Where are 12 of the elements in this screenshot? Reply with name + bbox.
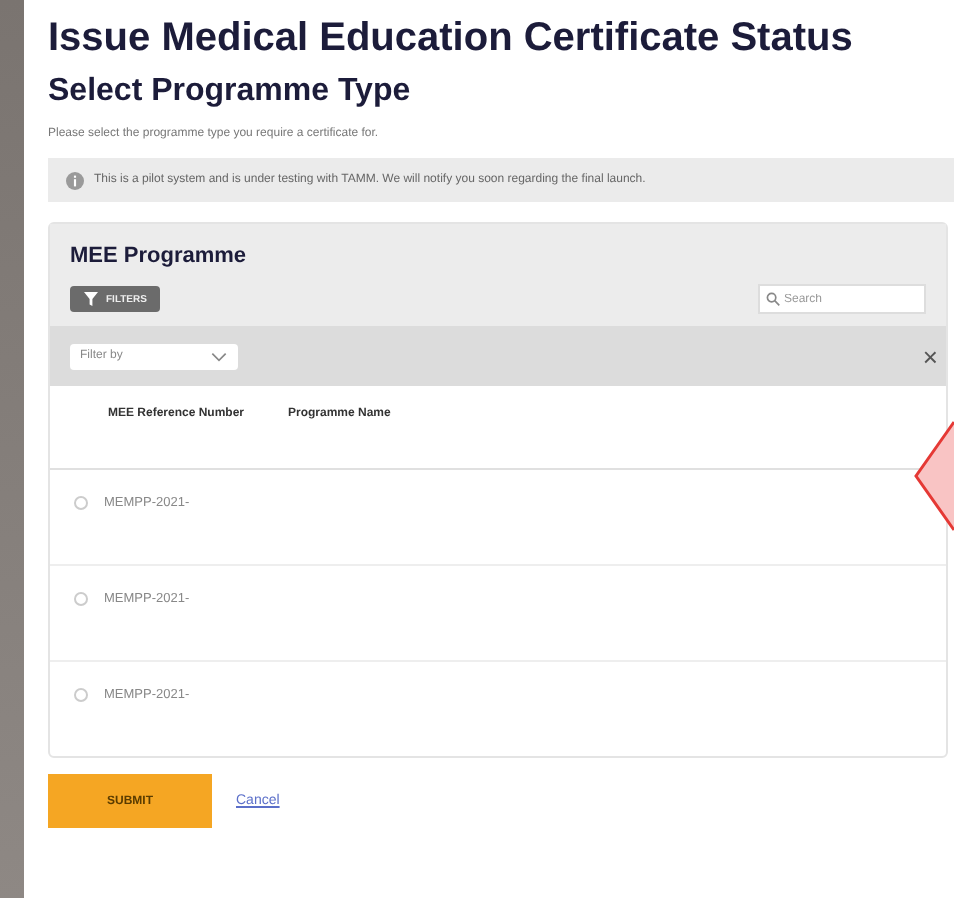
radio-button[interactable] (74, 688, 88, 702)
radio-button[interactable] (74, 496, 88, 510)
funnel-icon (84, 292, 98, 306)
chevron-icon (210, 351, 228, 361)
radio-button[interactable] (74, 592, 88, 606)
page-title: Issue Medical Education Certificate Status (48, 14, 855, 64)
diamond-shape (914, 420, 954, 532)
search-icon (766, 292, 780, 306)
clear-button[interactable]: × (918, 341, 942, 371)
info-icon (66, 171, 84, 189)
card-title: MEE Programme (70, 244, 249, 268)
page-subtitle: Select Programme Type (48, 72, 413, 112)
